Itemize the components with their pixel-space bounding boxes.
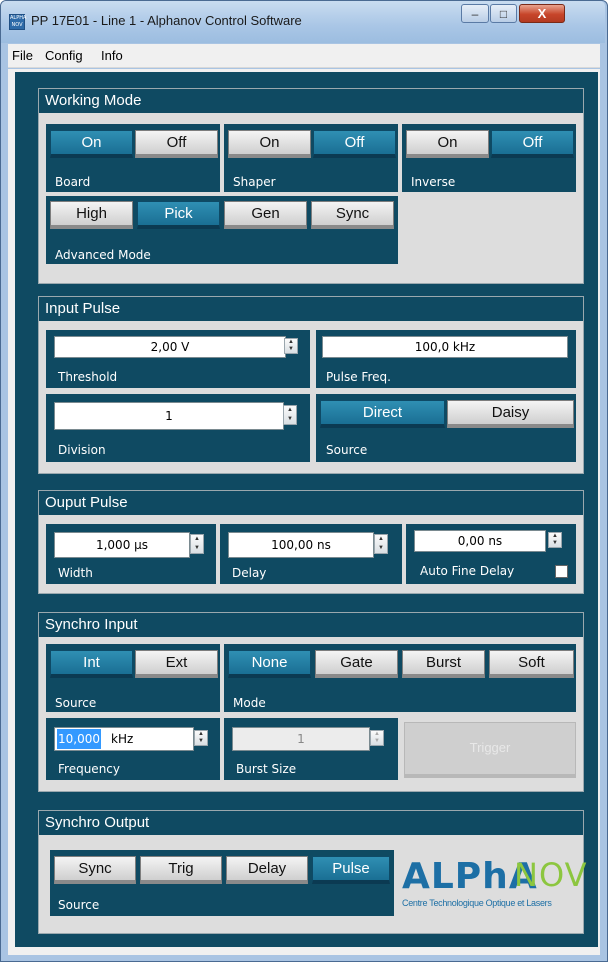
auto-fine-delay-label: Auto Fine Delay — [420, 564, 515, 578]
maximize-button[interactable]: □ — [490, 4, 517, 23]
app-icon: ALPHA NOV — [9, 14, 27, 30]
delay-spinner[interactable]: ▲ ▼ — [374, 534, 388, 554]
close-button[interactable]: X — [519, 4, 565, 23]
advanced-gen-button[interactable]: Gen — [224, 201, 307, 229]
mode-soft-button[interactable]: Soft — [489, 650, 574, 678]
auto-fine-delay-checkbox[interactable] — [555, 565, 568, 578]
shaper-label: Shaper — [233, 175, 276, 189]
frequency-unit: kHz — [111, 732, 134, 746]
advanced-sync-button[interactable]: Sync — [311, 201, 394, 229]
delay-field[interactable]: 100,00 ns — [228, 532, 374, 558]
menu-bar: File Config Info — [8, 44, 600, 68]
input-source-label: Source — [326, 443, 368, 457]
alphanov-logo: ALPhA NOV Centre Technologique Optique e… — [398, 852, 586, 924]
menu-info[interactable]: Info — [101, 48, 123, 63]
board-off-button[interactable]: Off — [135, 130, 218, 158]
output-delay-button[interactable]: Delay — [226, 856, 308, 884]
output-pulse-button[interactable]: Pulse — [312, 856, 390, 884]
division-label: Division — [58, 443, 106, 457]
source-daisy-button[interactable]: Daisy — [447, 400, 574, 428]
advanced-high-button[interactable]: High — [50, 201, 133, 229]
close-icon: X — [537, 6, 547, 21]
sync-source-int-button[interactable]: Int — [50, 650, 133, 678]
burst-size-spinner: ▲ ▼ — [370, 730, 384, 746]
window-title: PP 17E01 - Line 1 - Alphanov Control Sof… — [31, 13, 302, 28]
division-spinner[interactable]: ▲ ▼ — [283, 405, 297, 425]
shaper-on-button[interactable]: On — [228, 130, 311, 158]
frequency-spinner[interactable]: ▲ ▼ — [194, 730, 208, 746]
source-direct-button[interactable]: Direct — [320, 400, 445, 428]
fine-delay-spinner[interactable]: ▲ ▼ — [548, 532, 562, 548]
sync-source-ext-button[interactable]: Ext — [135, 650, 218, 678]
pulse-freq-label: Pulse Freq. — [326, 370, 391, 384]
width-spinner[interactable]: ▲ ▼ — [190, 534, 204, 554]
mode-none-button[interactable]: None — [228, 650, 311, 678]
inverse-label: Inverse — [411, 175, 456, 189]
sync-mode-label: Mode — [233, 696, 266, 710]
advanced-pick-button[interactable]: Pick — [137, 201, 220, 229]
minimize-icon: – — [471, 7, 479, 21]
inverse-off-button[interactable]: Off — [491, 130, 574, 158]
synchro-input-title: Synchro Input — [39, 613, 583, 637]
menu-file[interactable]: File — [12, 48, 33, 63]
inverse-on-button[interactable]: On — [406, 130, 489, 158]
minimize-button[interactable]: – — [461, 4, 489, 23]
logo-tagline: Centre Technologique Optique et Lasers — [402, 898, 552, 908]
sync-output-source-label: Source — [58, 898, 100, 912]
width-field[interactable]: 1,000 µs — [54, 532, 190, 558]
output-sync-button[interactable]: Sync — [54, 856, 136, 884]
burst-size-field: 1 — [232, 727, 370, 751]
trigger-button: Trigger — [404, 722, 576, 778]
frequency-value-selected: 10,000 — [57, 729, 101, 749]
division-field[interactable]: 1 — [54, 402, 284, 430]
shaper-off-button[interactable]: Off — [313, 130, 396, 158]
delay-label: Delay — [232, 566, 267, 580]
menu-config[interactable]: Config — [45, 48, 83, 63]
maximize-icon: □ — [499, 7, 508, 21]
mode-burst-button[interactable]: Burst — [402, 650, 485, 678]
board-on-button[interactable]: On — [50, 130, 133, 158]
sync-source-label: Source — [55, 696, 97, 710]
threshold-field[interactable]: 2,00 V — [54, 336, 286, 358]
logo-nov: NOV — [514, 856, 588, 894]
mode-gate-button[interactable]: Gate — [315, 650, 398, 678]
title-bar[interactable]: ALPHA NOV PP 17E01 - Line 1 - Alphanov C… — [1, 1, 605, 43]
advanced-mode-label: Advanced Mode — [55, 248, 151, 262]
board-label: Board — [55, 175, 91, 189]
output-pulse-title: Ouput Pulse — [39, 491, 583, 515]
input-pulse-title: Input Pulse — [39, 297, 583, 321]
width-label: Width — [58, 566, 93, 580]
synchro-output-title: Synchro Output — [39, 811, 583, 835]
burst-size-label: Burst Size — [236, 762, 297, 776]
fine-delay-field[interactable]: 0,00 ns — [414, 530, 546, 552]
pulse-freq-field: 100,0 kHz — [322, 336, 568, 358]
frequency-field[interactable]: 10,000 kHz — [54, 727, 194, 751]
threshold-spinner[interactable]: ▲ ▼ — [284, 338, 298, 354]
output-trig-button[interactable]: Trig — [140, 856, 222, 884]
threshold-label: Threshold — [58, 370, 118, 384]
frequency-label: Frequency — [58, 762, 120, 776]
working-mode-title: Working Mode — [39, 89, 583, 113]
